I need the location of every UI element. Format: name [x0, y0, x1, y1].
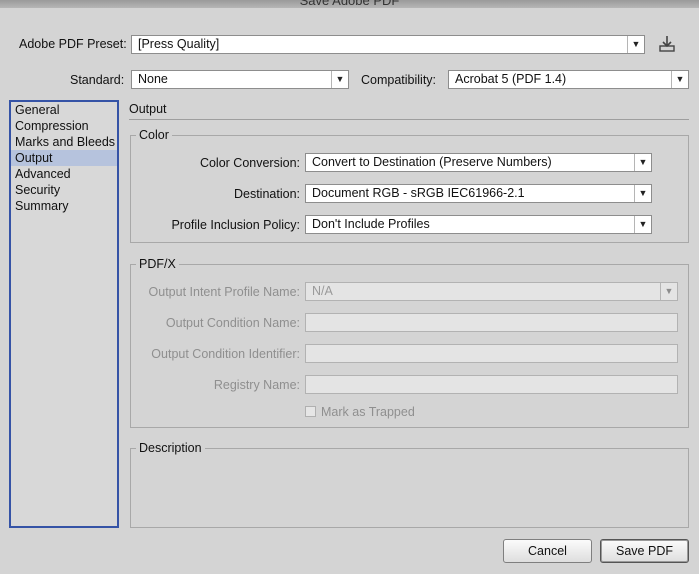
color-conversion-dropdown[interactable]: Convert to Destination (Preserve Numbers… [305, 153, 652, 172]
registry-name-label: Registry Name: [213, 378, 300, 392]
destination-value: Document RGB - sRGB IEC61966-2.1 [312, 186, 525, 200]
sidebar-item-compression[interactable]: Compression [11, 118, 117, 134]
profile-policy-label: Profile Inclusion Policy: [171, 218, 300, 232]
preset-dropdown[interactable]: [Press Quality] ▼ [131, 35, 645, 54]
profile-policy-dropdown[interactable]: Don't Include Profiles ▼ [305, 215, 652, 234]
color-conversion-label: Color Conversion: [199, 156, 300, 170]
color-group-title: Color [136, 128, 172, 142]
pdfx-group-title: PDF/X [136, 257, 179, 271]
condition-name-label: Output Condition Name: [165, 316, 300, 330]
destination-label: Destination: [233, 187, 300, 201]
compatibility-label: Compatibility: [361, 73, 437, 87]
save-preset-icon[interactable] [657, 34, 677, 54]
chevron-down-icon: ▼ [634, 154, 651, 171]
condition-identifier-field[interactable] [305, 344, 678, 363]
registry-name-field[interactable] [305, 375, 678, 394]
chevron-down-icon: ▼ [634, 216, 651, 233]
sidebar-item-marks-and-bleeds[interactable]: Marks and Bleeds [11, 134, 117, 150]
preset-value: [Press Quality] [138, 37, 220, 51]
intent-profile-value: N/A [312, 284, 333, 298]
window-titlebar: Save Adobe PDF [0, 0, 699, 8]
destination-dropdown[interactable]: Document RGB - sRGB IEC61966-2.1 ▼ [305, 184, 652, 203]
window-title: Save Adobe PDF [299, 0, 400, 8]
sidebar-item-general[interactable]: General [11, 102, 117, 118]
description-group-title: Description [136, 441, 205, 455]
chevron-down-icon: ▼ [660, 283, 677, 300]
preset-label: Adobe PDF Preset: [19, 37, 127, 51]
intent-profile-dropdown[interactable]: N/A ▼ [305, 282, 678, 301]
sidebar-item-security[interactable]: Security [11, 182, 117, 198]
description-group [130, 448, 689, 528]
compatibility-value: Acrobat 5 (PDF 1.4) [455, 72, 567, 86]
sidebar-item-output[interactable]: Output [11, 150, 117, 166]
profile-policy-value: Don't Include Profiles [312, 217, 430, 231]
sidebar-category-list[interactable]: General Compression Marks and Bleeds Out… [9, 100, 119, 528]
compatibility-dropdown[interactable]: Acrobat 5 (PDF 1.4) ▼ [448, 70, 689, 89]
mark-trapped-checkbox[interactable] [305, 406, 316, 417]
chevron-down-icon: ▼ [627, 36, 644, 53]
chevron-down-icon: ▼ [671, 71, 688, 88]
standard-label: Standard: [70, 73, 125, 87]
chevron-down-icon: ▼ [331, 71, 348, 88]
condition-name-field[interactable] [305, 313, 678, 332]
sidebar-item-summary[interactable]: Summary [11, 198, 117, 214]
mark-trapped-label: Mark as Trapped [321, 405, 415, 419]
intent-profile-label: Output Intent Profile Name: [148, 285, 300, 299]
panel-divider [129, 119, 689, 120]
condition-identifier-label: Output Condition Identifier: [151, 347, 300, 361]
panel-title: Output [129, 102, 167, 116]
chevron-down-icon: ▼ [634, 185, 651, 202]
sidebar-item-advanced[interactable]: Advanced [11, 166, 117, 182]
color-conversion-value: Convert to Destination (Preserve Numbers… [312, 155, 552, 169]
save-pdf-button[interactable]: Save PDF [600, 539, 689, 563]
description-text [131, 449, 688, 463]
standard-value: None [138, 72, 168, 86]
cancel-button[interactable]: Cancel [503, 539, 592, 563]
standard-dropdown[interactable]: None ▼ [131, 70, 349, 89]
